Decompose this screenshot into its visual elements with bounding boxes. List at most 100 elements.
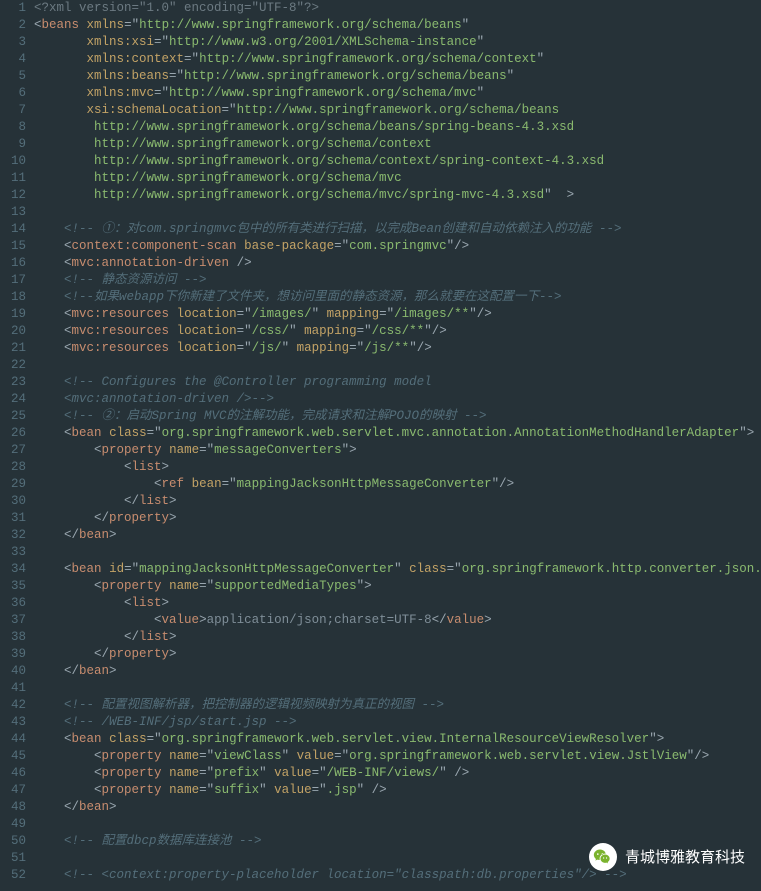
code-line[interactable]: <property name="supportedMediaTypes">: [34, 578, 761, 595]
line-number: 12: [0, 187, 26, 204]
line-number: 11: [0, 170, 26, 187]
code-line[interactable]: <mvc:resources location="/js/" mapping="…: [34, 340, 761, 357]
code-line[interactable]: [34, 816, 761, 833]
line-number: 52: [0, 867, 26, 884]
code-line[interactable]: xmlns:mvc="http://www.springframework.or…: [34, 85, 761, 102]
code-line[interactable]: <property name="messageConverters">: [34, 442, 761, 459]
line-number: 37: [0, 612, 26, 629]
code-line[interactable]: <beans xmlns="http://www.springframework…: [34, 17, 761, 34]
line-number: 33: [0, 544, 26, 561]
code-line[interactable]: http://www.springframework.org/schema/co…: [34, 153, 761, 170]
code-line[interactable]: </bean>: [34, 799, 761, 816]
code-line[interactable]: <mvc:resources location="/css/" mapping=…: [34, 323, 761, 340]
code-line[interactable]: </property>: [34, 646, 761, 663]
code-line[interactable]: <mvc:annotation-driven />: [34, 255, 761, 272]
line-number: 6: [0, 85, 26, 102]
line-number: 7: [0, 102, 26, 119]
code-line[interactable]: <property name="viewClass" value="org.sp…: [34, 748, 761, 765]
line-number: 21: [0, 340, 26, 357]
code-line[interactable]: </property>: [34, 510, 761, 527]
line-number: 5: [0, 68, 26, 85]
code-line[interactable]: [34, 680, 761, 697]
code-line[interactable]: <context:component-scan base-package="co…: [34, 238, 761, 255]
code-line[interactable]: xmlns:context="http://www.springframewor…: [34, 51, 761, 68]
code-line[interactable]: <!-- Configures the @Controller programm…: [34, 374, 761, 391]
line-number: 16: [0, 255, 26, 272]
line-number: 43: [0, 714, 26, 731]
code-line[interactable]: <!-- 静态资源访问 -->: [34, 272, 761, 289]
line-number-gutter: 1234567891011121314151617181920212223242…: [0, 0, 34, 891]
code-line[interactable]: <bean class="org.springframework.web.ser…: [34, 731, 761, 748]
line-number: 19: [0, 306, 26, 323]
line-number: 36: [0, 595, 26, 612]
code-area[interactable]: <?xml version="1.0" encoding="UTF-8"?><b…: [34, 0, 761, 891]
line-number: 32: [0, 527, 26, 544]
line-number: 27: [0, 442, 26, 459]
line-number: 30: [0, 493, 26, 510]
code-line[interactable]: <?xml version="1.0" encoding="UTF-8"?>: [34, 0, 761, 17]
line-number: 35: [0, 578, 26, 595]
code-line[interactable]: <!-- ②：启动Spring MVC的注解功能，完成请求和注解POJO的映射 …: [34, 408, 761, 425]
code-line[interactable]: <!-- /WEB-INF/jsp/start.jsp -->: [34, 714, 761, 731]
line-number: 42: [0, 697, 26, 714]
code-line[interactable]: xsi:schemaLocation="http://www.springfra…: [34, 102, 761, 119]
line-number: 18: [0, 289, 26, 306]
code-line[interactable]: <mvc:annotation-driven />-->: [34, 391, 761, 408]
code-line[interactable]: <property name="prefix" value="/WEB-INF/…: [34, 765, 761, 782]
code-line[interactable]: <property name="suffix" value=".jsp" />: [34, 782, 761, 799]
line-number: 4: [0, 51, 26, 68]
line-number: 41: [0, 680, 26, 697]
line-number: 9: [0, 136, 26, 153]
code-line[interactable]: <!--如果webapp下你新建了文件夹，想访问里面的静态资源，那么就要在这配置…: [34, 289, 761, 306]
code-line[interactable]: xmlns:xsi="http://www.w3.org/2001/XMLSch…: [34, 34, 761, 51]
line-number: 25: [0, 408, 26, 425]
code-line[interactable]: </list>: [34, 493, 761, 510]
line-number: 13: [0, 204, 26, 221]
line-number: 38: [0, 629, 26, 646]
code-line[interactable]: [34, 204, 761, 221]
code-line[interactable]: xmlns:beans="http://www.springframework.…: [34, 68, 761, 85]
code-line[interactable]: <list>: [34, 595, 761, 612]
line-number: 39: [0, 646, 26, 663]
code-line[interactable]: </bean>: [34, 663, 761, 680]
line-number: 23: [0, 374, 26, 391]
line-number: 45: [0, 748, 26, 765]
code-line[interactable]: <bean id="mappingJacksonHttpMessageConve…: [34, 561, 761, 578]
line-number: 1: [0, 0, 26, 17]
line-number: 51: [0, 850, 26, 867]
code-line[interactable]: <ref bean="mappingJacksonHttpMessageConv…: [34, 476, 761, 493]
line-number: 47: [0, 782, 26, 799]
code-line[interactable]: </list>: [34, 629, 761, 646]
code-line[interactable]: http://www.springframework.org/schema/mv…: [34, 170, 761, 187]
code-line[interactable]: </bean>: [34, 527, 761, 544]
line-number: 34: [0, 561, 26, 578]
code-editor[interactable]: 1234567891011121314151617181920212223242…: [0, 0, 761, 891]
line-number: 17: [0, 272, 26, 289]
line-number: 15: [0, 238, 26, 255]
code-line[interactable]: <mvc:resources location="/images/" mappi…: [34, 306, 761, 323]
code-line[interactable]: <bean class="org.springframework.web.ser…: [34, 425, 761, 442]
line-number: 40: [0, 663, 26, 680]
code-line[interactable]: <value>application/json;charset=UTF-8</v…: [34, 612, 761, 629]
line-number: 8: [0, 119, 26, 136]
line-number: 31: [0, 510, 26, 527]
wechat-icon: [589, 843, 617, 871]
line-number: 10: [0, 153, 26, 170]
line-number: 28: [0, 459, 26, 476]
code-line[interactable]: [34, 544, 761, 561]
line-number: 49: [0, 816, 26, 833]
line-number: 29: [0, 476, 26, 493]
line-number: 24: [0, 391, 26, 408]
line-number: 22: [0, 357, 26, 374]
line-number: 46: [0, 765, 26, 782]
code-line[interactable]: <list>: [34, 459, 761, 476]
code-line[interactable]: http://www.springframework.org/schema/be…: [34, 119, 761, 136]
code-line[interactable]: http://www.springframework.org/schema/mv…: [34, 187, 761, 204]
code-line[interactable]: <!-- ①：对com.springmvc包中的所有类进行扫描，以完成Bean创…: [34, 221, 761, 238]
code-line[interactable]: <!-- 配置视图解析器，把控制器的逻辑视频映射为真正的视图 -->: [34, 697, 761, 714]
code-line[interactable]: [34, 357, 761, 374]
line-number: 2: [0, 17, 26, 34]
line-number: 20: [0, 323, 26, 340]
line-number: 14: [0, 221, 26, 238]
code-line[interactable]: http://www.springframework.org/schema/co…: [34, 136, 761, 153]
